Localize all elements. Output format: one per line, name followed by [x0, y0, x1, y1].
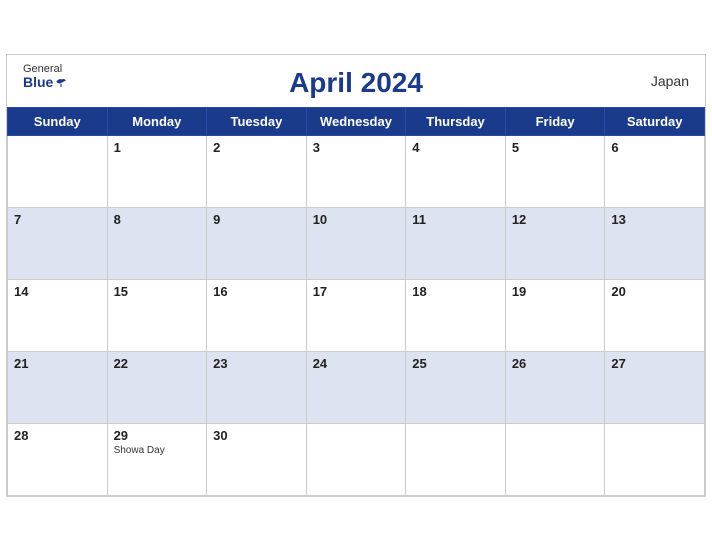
calendar-cell [306, 423, 406, 495]
day-number: 1 [114, 140, 121, 155]
logo-blue: Blue [23, 75, 53, 90]
day-number: 11 [412, 212, 426, 227]
day-number: 8 [114, 212, 121, 227]
calendar-cell: 14 [8, 279, 108, 351]
calendar-cell: 19 [505, 279, 605, 351]
calendar-cell: 3 [306, 135, 406, 207]
calendar-cell: 25 [406, 351, 506, 423]
calendar-cell: 13 [605, 207, 705, 279]
day-number: 24 [313, 356, 327, 371]
calendar-grid: Sunday Monday Tuesday Wednesday Thursday… [7, 107, 705, 496]
calendar-cell: 23 [207, 351, 307, 423]
calendar-header: General Blue April 2024 Japan [7, 55, 705, 107]
day-number: 29 [114, 428, 128, 443]
calendar-cell: 6 [605, 135, 705, 207]
day-number: 26 [512, 356, 526, 371]
calendar-cell: 1 [107, 135, 207, 207]
calendar-cell: 26 [505, 351, 605, 423]
calendar-cell: 11 [406, 207, 506, 279]
calendar-title: April 2024 [289, 67, 423, 99]
day-number: 10 [313, 212, 327, 227]
calendar-cell: 18 [406, 279, 506, 351]
day-number: 12 [512, 212, 526, 227]
day-number: 14 [14, 284, 28, 299]
calendar-cell: 15 [107, 279, 207, 351]
calendar-cell [406, 423, 506, 495]
day-number: 2 [213, 140, 220, 155]
calendar-week-row: 14 15 16 17 18 19 20 [8, 279, 705, 351]
calendar-cell: 5 [505, 135, 605, 207]
day-number: 6 [611, 140, 618, 155]
header-tuesday: Tuesday [207, 107, 307, 135]
day-number: 19 [512, 284, 526, 299]
calendar-cell: 20 [605, 279, 705, 351]
day-number: 5 [512, 140, 519, 155]
calendar-cell: 9 [207, 207, 307, 279]
weekday-header-row: Sunday Monday Tuesday Wednesday Thursday… [8, 107, 705, 135]
day-number: 30 [213, 428, 227, 443]
calendar-cell: 30 [207, 423, 307, 495]
calendar-cell [505, 423, 605, 495]
header-monday: Monday [107, 107, 207, 135]
calendar-cell: 4 [406, 135, 506, 207]
calendar-week-row: 7 8 9 10 11 12 13 [8, 207, 705, 279]
day-number: 22 [114, 356, 128, 371]
day-number: 16 [213, 284, 227, 299]
calendar-week-row: 28 29 Showa Day 30 [8, 423, 705, 495]
calendar-cell: 8 [107, 207, 207, 279]
day-number: 13 [611, 212, 625, 227]
calendar-cell: 21 [8, 351, 108, 423]
day-number: 23 [213, 356, 227, 371]
calendar-cell: 28 [8, 423, 108, 495]
day-number: 18 [412, 284, 426, 299]
calendar-cell: 17 [306, 279, 406, 351]
header-sunday: Sunday [8, 107, 108, 135]
calendar-cell: 2 [207, 135, 307, 207]
day-number: 17 [313, 284, 327, 299]
calendar-cell [8, 135, 108, 207]
day-number: 3 [313, 140, 320, 155]
header-saturday: Saturday [605, 107, 705, 135]
calendar-cell: 16 [207, 279, 307, 351]
calendar-cell: 12 [505, 207, 605, 279]
calendar-cell: 27 [605, 351, 705, 423]
holiday-name: Showa Day [114, 445, 201, 456]
day-number: 27 [611, 356, 625, 371]
day-number: 20 [611, 284, 625, 299]
logo-general: General [23, 63, 62, 75]
calendar-cell: 22 [107, 351, 207, 423]
logo-bird-icon [55, 77, 67, 89]
calendar-wrapper: General Blue April 2024 Japan Sunday Mon… [6, 54, 706, 497]
header-wednesday: Wednesday [306, 107, 406, 135]
calendar-cell: 10 [306, 207, 406, 279]
day-number: 9 [213, 212, 220, 227]
day-number: 25 [412, 356, 426, 371]
calendar-week-row: 1 2 3 4 5 6 [8, 135, 705, 207]
header-thursday: Thursday [406, 107, 506, 135]
day-number: 4 [412, 140, 419, 155]
header-friday: Friday [505, 107, 605, 135]
day-number: 15 [114, 284, 128, 299]
calendar-cell: 29 Showa Day [107, 423, 207, 495]
logo: General Blue [23, 63, 62, 90]
calendar-cell: 7 [8, 207, 108, 279]
day-number: 7 [14, 212, 21, 227]
day-number: 28 [14, 428, 28, 443]
calendar-week-row: 21 22 23 24 25 26 27 [8, 351, 705, 423]
country-label: Japan [651, 73, 689, 89]
calendar-cell [605, 423, 705, 495]
day-number: 21 [14, 356, 28, 371]
calendar-cell: 24 [306, 351, 406, 423]
